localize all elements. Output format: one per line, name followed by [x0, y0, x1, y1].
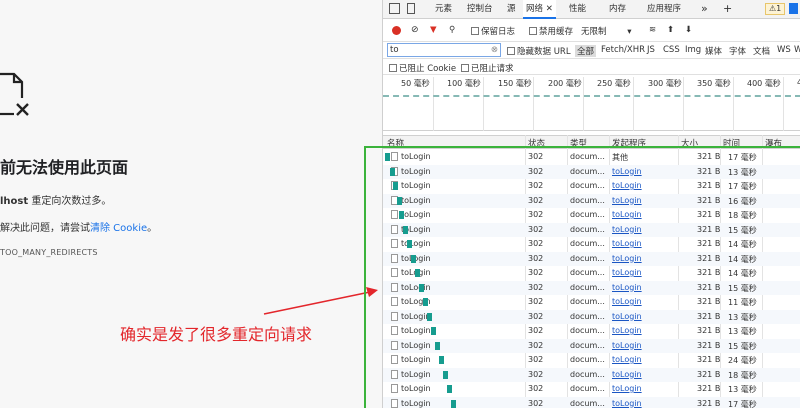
timeline-tick: 100 毫秒: [447, 79, 481, 88]
warning-badge[interactable]: ⚠1: [765, 3, 786, 15]
feedback-icon[interactable]: [789, 3, 798, 14]
hide-data-urls-label: 隐藏数据 URL: [517, 47, 571, 57]
filter-value: to: [390, 45, 399, 55]
timeline-tick: 400 毫秒: [747, 79, 781, 88]
error-suggestion: 解决此问题，请尝试清除 Cookie。: [0, 219, 157, 234]
error-page: 前无法使用此页面 lhost 重定向次数过多。 解决此问题，请尝试清除 Cook…: [0, 0, 382, 408]
filter-bar: to ⊗ 隐藏数据 URL 全部 Fetch/XHR JS CSS Img 媒体 …: [383, 42, 800, 59]
tab-network[interactable]: 网络 ✕: [523, 0, 556, 19]
tab-console[interactable]: 控制台: [467, 0, 493, 19]
filter-type-media[interactable]: 媒体: [705, 45, 722, 57]
suggestion-suffix: 。: [147, 223, 158, 234]
hide-data-urls-checkbox[interactable]: 隐藏数据 URL: [507, 45, 571, 57]
export-har-icon[interactable]: ⬇: [685, 25, 692, 35]
tab-sources[interactable]: 源: [507, 0, 516, 19]
timeline-activity: [383, 95, 800, 97]
filter-type-font[interactable]: 字体: [729, 45, 746, 57]
tab-network-label: 网络: [526, 4, 544, 14]
preserve-log-label: 保留日志: [481, 27, 516, 37]
clear-filter-icon[interactable]: ⊗: [491, 44, 498, 56]
blocked-requests-label: 已阻止请求: [471, 64, 514, 74]
close-tab-icon[interactable]: ✕: [546, 4, 553, 14]
network-overview-timeline[interactable]: 50 毫秒 100 毫秒 150 毫秒 200 毫秒 250 毫秒 300 毫秒…: [383, 75, 800, 131]
network-conditions-icon[interactable]: ≋: [649, 25, 656, 35]
blocked-cookies-checkbox[interactable]: 已阻止 Cookie: [389, 62, 456, 74]
filter-type-ws[interactable]: WS: [777, 45, 791, 55]
filter-type-all[interactable]: 全部: [575, 45, 597, 57]
record-icon[interactable]: [392, 26, 401, 35]
clear-cookies-link[interactable]: 清除 Cookie: [90, 223, 147, 234]
annotation-text: 确实是发了很多重定向请求: [120, 325, 313, 344]
timeline-tick: 250 毫秒: [597, 79, 631, 88]
filter-type-wasm[interactable]: W: [794, 45, 800, 55]
suggestion-prefix: 解决此问题，请尝试: [0, 223, 90, 234]
highlight-box: [364, 146, 800, 408]
timeline-tick: 350 毫秒: [697, 79, 731, 88]
error-host: lhost: [0, 196, 29, 207]
error-message: lhost 重定向次数过多。: [0, 192, 111, 207]
timeline-tick: 300 毫秒: [648, 79, 682, 88]
devtools-tab-bar: 元素 控制台 源 网络 ✕ 性能 内存 应用程序 » + ⚠1: [383, 0, 800, 19]
error-title: 前无法使用此页面: [0, 158, 129, 177]
timeline-tick: 50 毫秒: [401, 79, 430, 88]
filter-type-fetch-xhr[interactable]: Fetch/XHR: [601, 45, 645, 55]
disable-cache-checkbox[interactable]: 禁用缓存: [529, 25, 573, 37]
warning-count: 1: [776, 4, 782, 13]
device-toolbar-icon[interactable]: [407, 3, 415, 14]
filter-type-css[interactable]: CSS: [663, 45, 680, 55]
search-icon[interactable]: ⚲: [449, 25, 455, 35]
tab-performance[interactable]: 性能: [569, 0, 586, 19]
blocked-filters: 已阻止 Cookie 已阻止请求: [383, 59, 800, 75]
timeline-tick: 200 毫秒: [548, 79, 582, 88]
filter-funnel-icon[interactable]: ▼: [430, 25, 437, 35]
import-har-icon[interactable]: ⬆: [667, 25, 674, 35]
filter-type-doc[interactable]: 文档: [753, 45, 770, 57]
disable-cache-label: 禁用缓存: [539, 27, 574, 37]
network-toolbar: ⊘ ▼ ⚲ 保留日志 禁用缓存 无限制 ▾ ≋ ⬆ ⬇: [383, 20, 800, 42]
filter-input[interactable]: to ⊗: [387, 43, 501, 57]
clear-icon[interactable]: ⊘: [411, 25, 419, 35]
tab-memory[interactable]: 内存: [609, 0, 626, 19]
tab-application[interactable]: 应用程序: [647, 0, 681, 19]
throttle-value: 无限制: [581, 27, 607, 37]
blocked-requests-checkbox[interactable]: 已阻止请求: [461, 62, 514, 74]
error-message-text: 重定向次数过多。: [28, 196, 112, 207]
more-tabs-icon[interactable]: »: [701, 0, 708, 19]
preserve-log-checkbox[interactable]: 保留日志: [471, 25, 515, 37]
throttle-select[interactable]: 无限制 ▾: [581, 25, 632, 37]
filter-type-js[interactable]: JS: [647, 45, 655, 55]
chevron-down-icon: ▾: [627, 27, 632, 37]
broken-document-icon: [0, 72, 29, 116]
blocked-cookies-label: 已阻止 Cookie: [399, 64, 457, 74]
filter-type-img[interactable]: Img: [685, 45, 701, 55]
inspect-element-icon[interactable]: [389, 3, 400, 14]
tab-elements[interactable]: 元素: [435, 0, 452, 19]
error-code: TOO_MANY_REDIRECTS: [0, 248, 98, 257]
timeline-tick: 150 毫秒: [498, 79, 532, 88]
add-tab-icon[interactable]: +: [723, 0, 732, 19]
